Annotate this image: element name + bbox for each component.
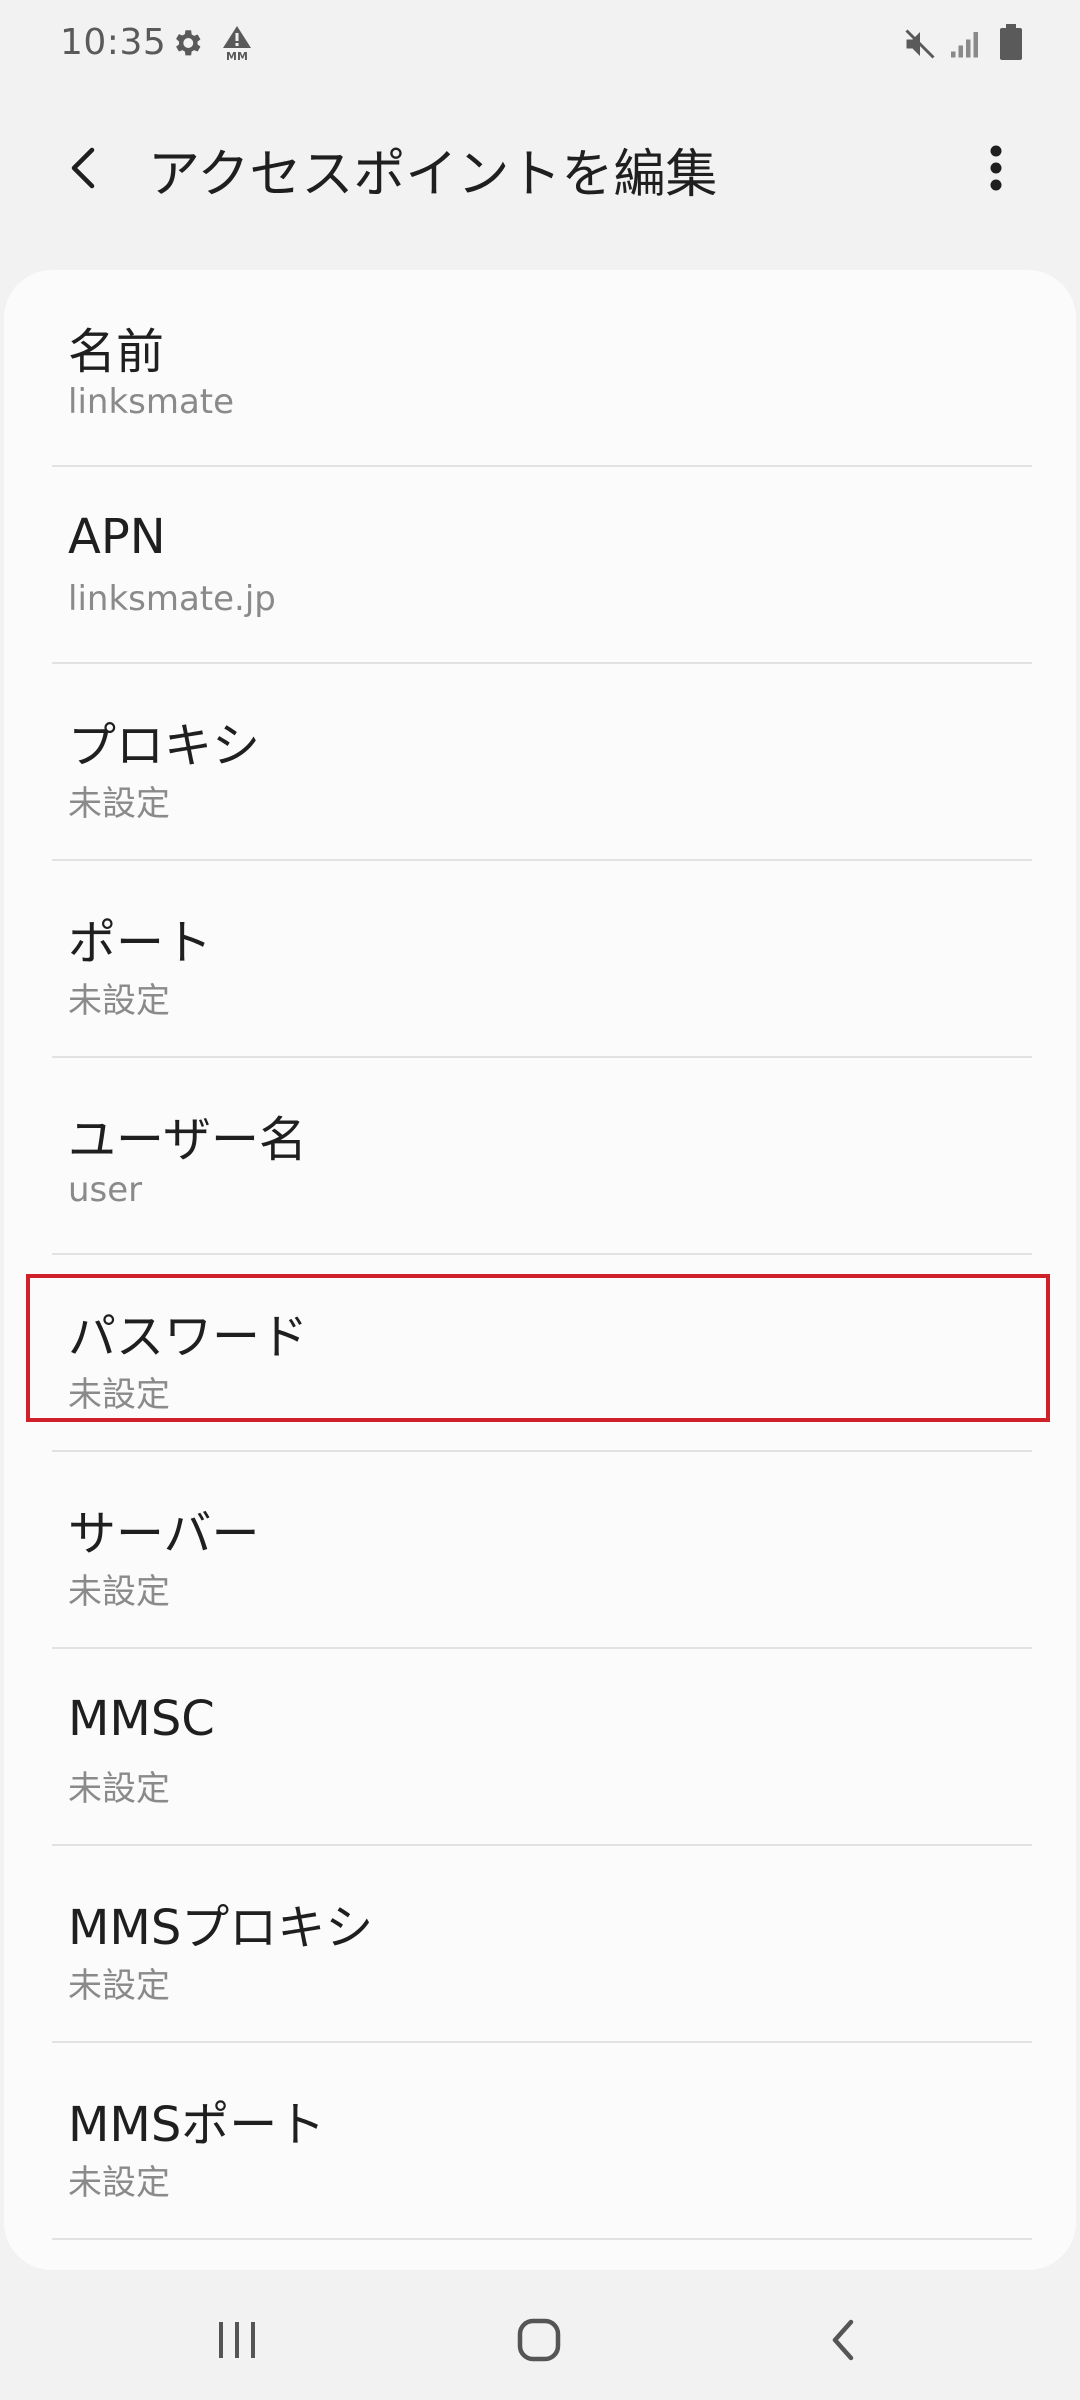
setting-item-name[interactable]: 名前 linksmate [52, 270, 1032, 467]
recent-apps-button[interactable] [192, 2300, 282, 2380]
mm-alert-icon: MM [220, 24, 254, 66]
setting-value: 未設定 [68, 1966, 170, 2006]
nav-back-button[interactable] [798, 2300, 888, 2380]
setting-value: 未設定 [68, 784, 170, 824]
setting-value: linksmate.jp [68, 579, 276, 619]
navigation-bar [0, 2270, 1080, 2400]
setting-item-server[interactable]: サーバー 未設定 [52, 1452, 1032, 1649]
setting-value: 未設定 [68, 981, 170, 1021]
recent-apps-icon [219, 2322, 255, 2358]
page-title: アクセスポイントを編集 [148, 145, 718, 205]
setting-value: 未設定 [68, 1769, 170, 1809]
setting-value: 未設定 [68, 1572, 170, 1612]
svg-text:MM: MM [226, 50, 248, 62]
highlight-box [26, 1274, 1050, 1422]
back-button[interactable] [52, 136, 116, 200]
setting-item-mms-port[interactable]: MMSポート 未設定 [52, 2043, 1032, 2240]
more-vert-icon [990, 145, 1002, 191]
setting-item-proxy[interactable]: プロキシ 未設定 [52, 664, 1032, 861]
setting-item-mmsc[interactable]: MMSC 未設定 [52, 1649, 1032, 1846]
setting-value: linksmate [68, 382, 235, 422]
setting-label: MMSプロキシ [68, 1900, 374, 1956]
setting-value: user [68, 1170, 143, 1210]
setting-item-username[interactable]: ユーザー名 user [52, 1058, 1032, 1255]
status-time: 10:35 [60, 22, 167, 63]
setting-label: ポート [68, 915, 213, 971]
back-chevron-icon [71, 147, 95, 189]
setting-label: ユーザー名 [68, 1112, 308, 1168]
setting-value: 未設定 [68, 2163, 170, 2203]
status-bar: 10:35 MM [0, 0, 1080, 92]
setting-label: サーバー [68, 1506, 260, 1562]
home-button[interactable] [494, 2300, 584, 2380]
home-icon [517, 2318, 561, 2362]
signal-icon [948, 26, 984, 66]
setting-label: プロキシ [68, 718, 261, 774]
setting-item-port[interactable]: ポート 未設定 [52, 861, 1032, 1058]
settings-card: 名前 linksmate APN linksmate.jp プロキシ 未設定 ポ… [4, 270, 1076, 2270]
setting-label: 名前 [68, 324, 165, 380]
setting-label: MMSC [68, 1691, 215, 1747]
gear-icon [170, 26, 204, 64]
settings-list: 名前 linksmate APN linksmate.jp プロキシ 未設定 ポ… [52, 270, 1032, 2240]
setting-label: APN [68, 509, 166, 565]
battery-icon [998, 22, 1024, 66]
mute-icon [902, 26, 938, 66]
setting-item-mms-proxy[interactable]: MMSプロキシ 未設定 [52, 1846, 1032, 2043]
app-bar: アクセスポイントを編集 [0, 92, 1080, 242]
setting-label: MMSポート [68, 2097, 326, 2153]
more-options-button[interactable] [966, 136, 1026, 200]
back-icon [832, 2319, 854, 2361]
setting-item-apn[interactable]: APN linksmate.jp [52, 467, 1032, 664]
